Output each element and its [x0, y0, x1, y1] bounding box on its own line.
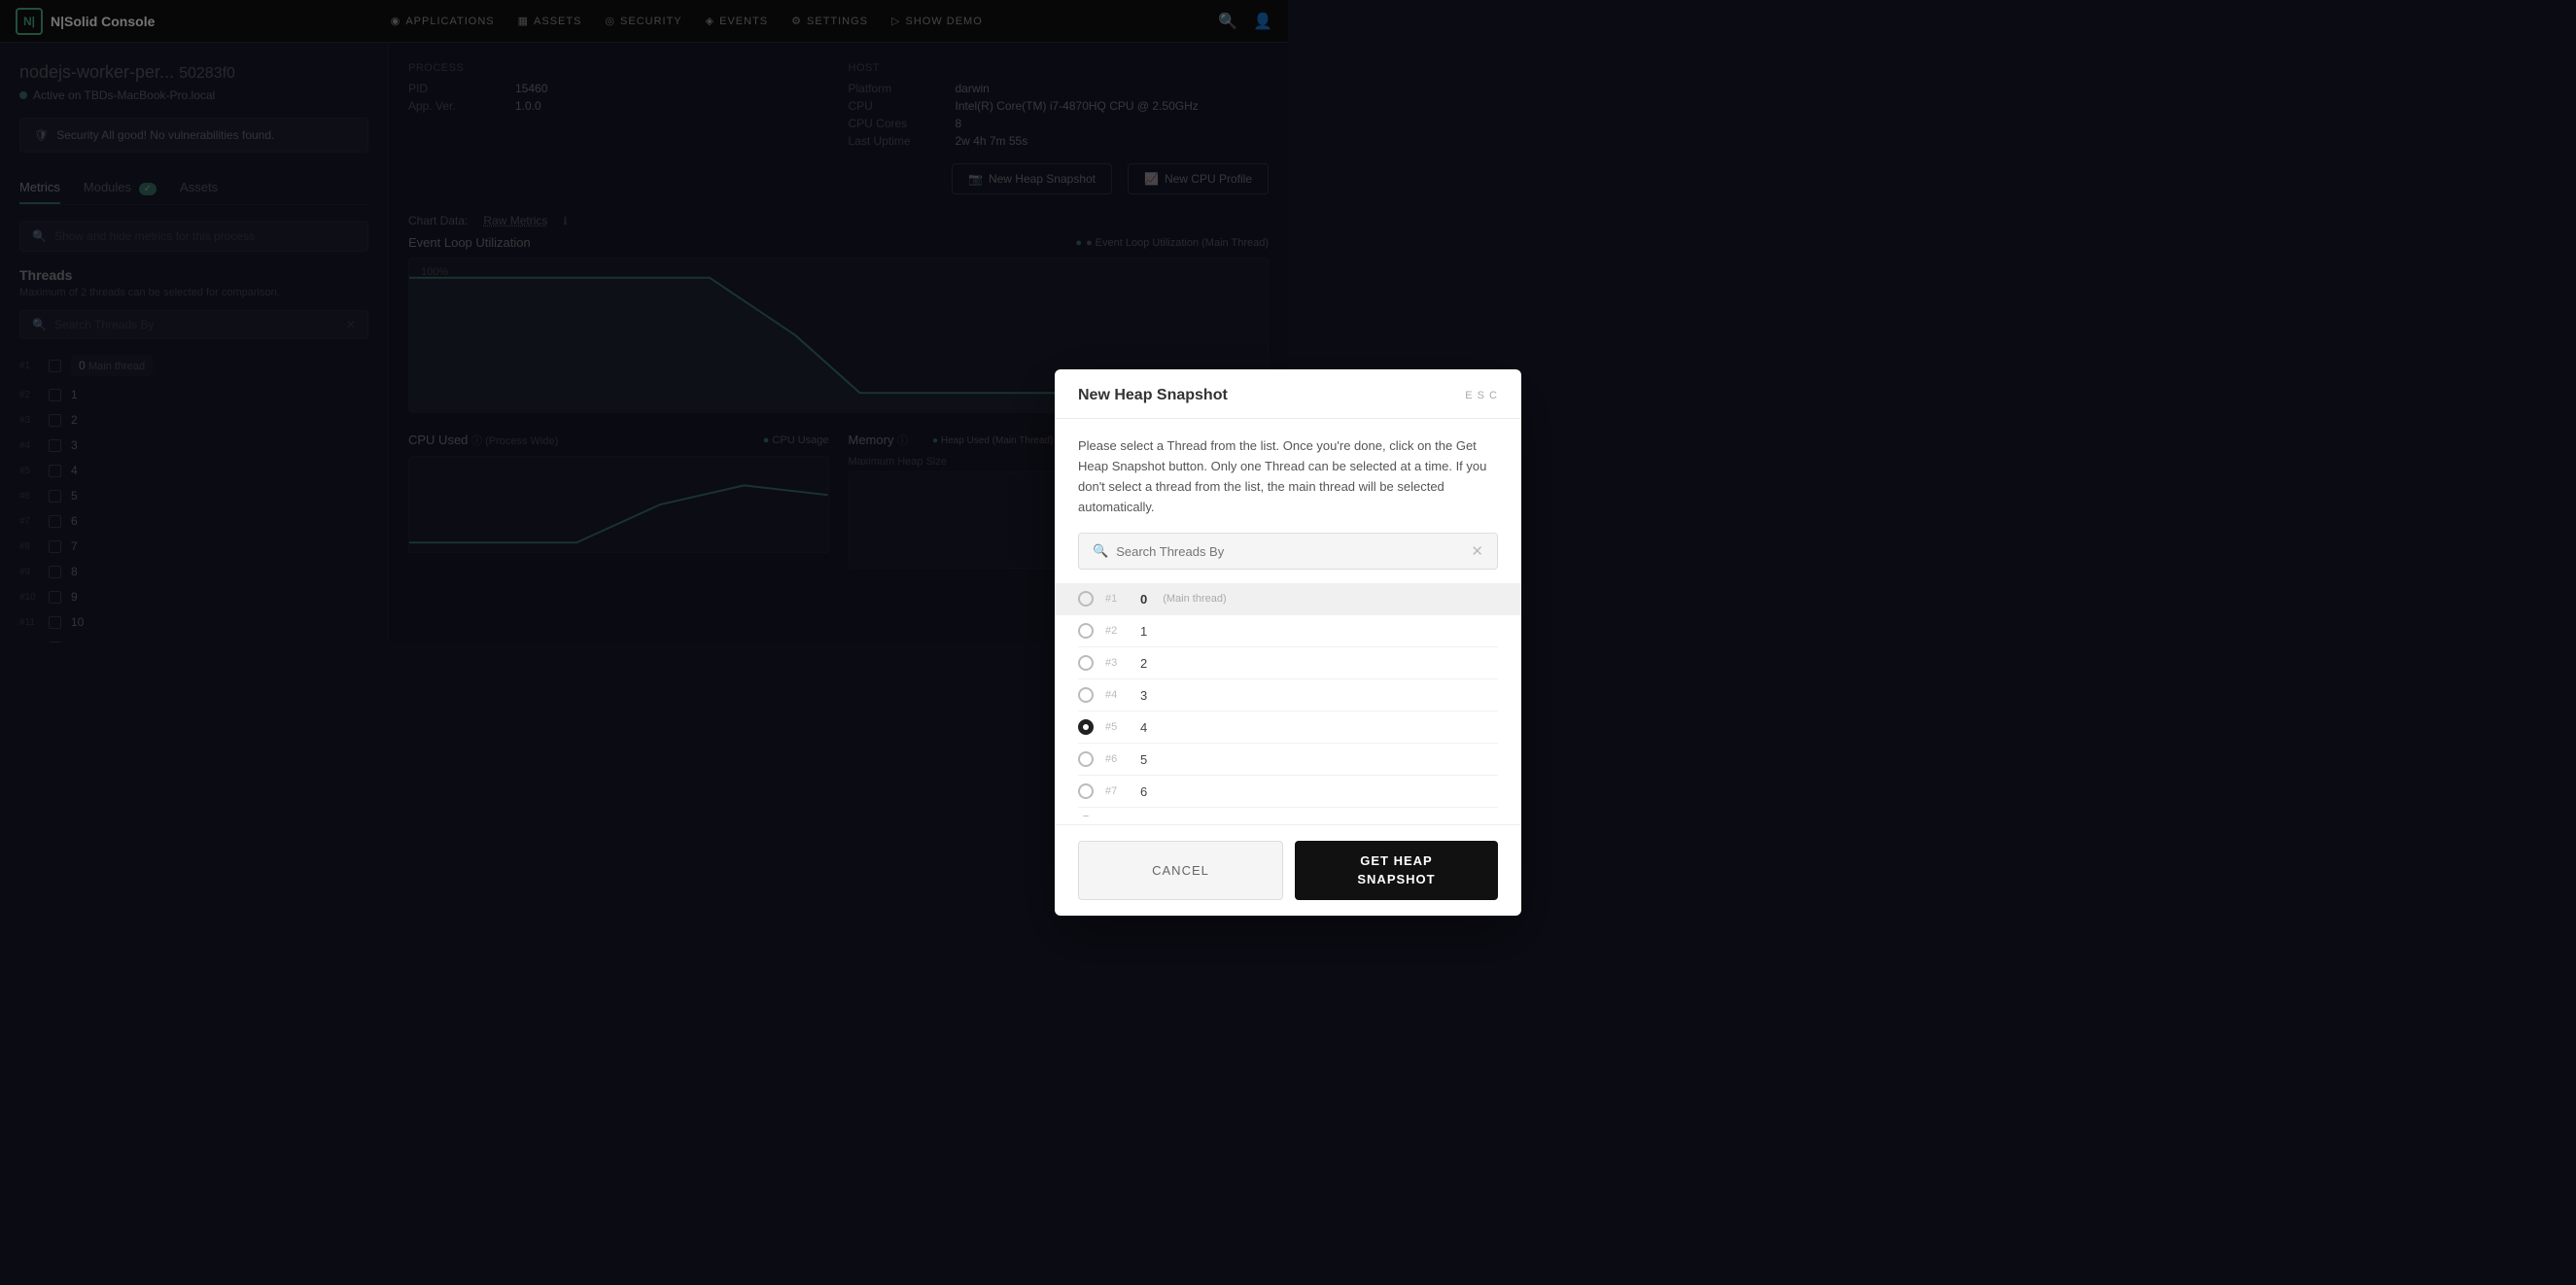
modal-description: Please select a Thread from the list. On… — [1078, 436, 1498, 517]
modal-thread-item-6[interactable]: #7 6 — [1078, 776, 1498, 808]
modal-search[interactable]: 🔍 ✕ — [1078, 533, 1498, 570]
get-heap-snapshot-button[interactable]: GET HEAPSNAPSHOT — [1295, 841, 1498, 899]
modal-thread-item-1[interactable]: #2 1 — [1078, 615, 1498, 647]
modal-title: New Heap Snapshot — [1078, 387, 1228, 404]
clear-search-icon[interactable]: ✕ — [1471, 542, 1483, 560]
modal-search-input[interactable] — [1116, 544, 1463, 559]
radio-btn-1[interactable] — [1078, 623, 1094, 639]
modal-thread-list: #1 0 (Main thread) #2 1 #3 2 #4 3 — [1055, 583, 1521, 816]
modal-thread-item-5[interactable]: #6 5 — [1078, 744, 1498, 776]
search-icon: 🔍 — [1093, 543, 1108, 559]
modal-thread-item-0[interactable]: #1 0 (Main thread) — [1055, 583, 1521, 615]
radio-btn-2[interactable] — [1078, 655, 1094, 671]
modal-thread-item-2[interactable]: #3 2 — [1078, 647, 1498, 679]
modal-thread-item-7[interactable]: #8 7 — [1078, 808, 1498, 816]
radio-btn-3[interactable] — [1078, 687, 1094, 703]
modal-esc-button[interactable]: E S C — [1465, 390, 1498, 401]
modal-header: New Heap Snapshot E S C — [1055, 369, 1521, 419]
radio-btn-5[interactable] — [1078, 751, 1094, 767]
cancel-button[interactable]: CANCEL — [1078, 841, 1283, 899]
modal-thread-item-3[interactable]: #4 3 — [1078, 679, 1498, 712]
modal-overlay[interactable]: New Heap Snapshot E S C Please select a … — [0, 0, 2576, 1285]
modal-body: Please select a Thread from the list. On… — [1055, 419, 1521, 816]
modal-thread-item-4[interactable]: #5 4 — [1078, 712, 1498, 744]
radio-btn-4[interactable] — [1078, 719, 1094, 735]
radio-btn-0[interactable] — [1078, 591, 1094, 607]
heap-snapshot-modal: New Heap Snapshot E S C Please select a … — [1055, 369, 1521, 916]
modal-footer: CANCEL GET HEAPSNAPSHOT — [1055, 824, 1521, 915]
radio-btn-6[interactable] — [1078, 783, 1094, 799]
